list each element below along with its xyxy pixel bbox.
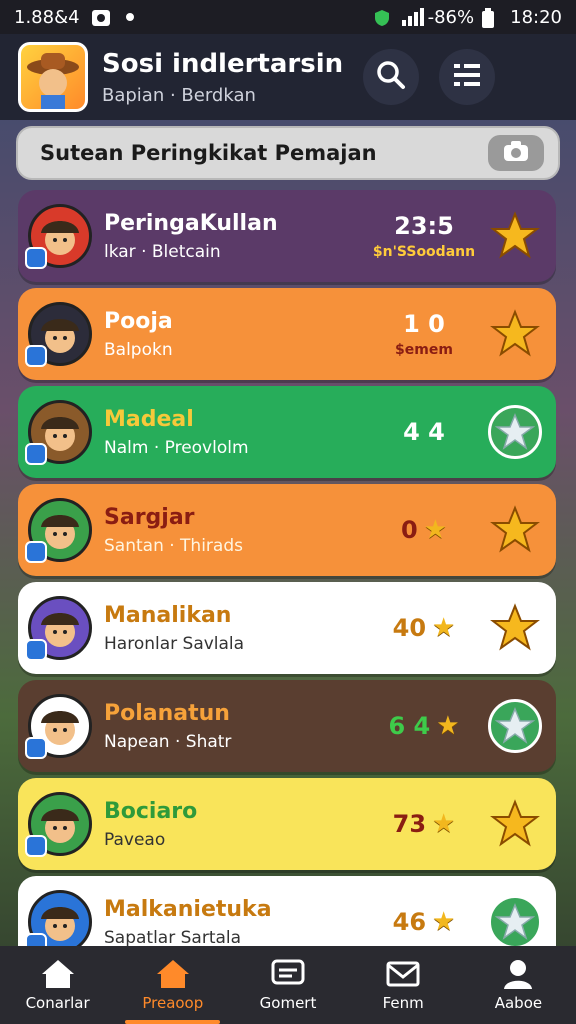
nav-label: Aaboe xyxy=(494,994,543,1012)
player-subtitle: Napean · Shatr xyxy=(104,731,232,752)
nav-item-preaoop[interactable]: Preaoop xyxy=(115,946,230,1024)
player-avatar xyxy=(25,890,92,955)
player-score: 0 ★ xyxy=(400,515,447,545)
status-time-right: 18:20 xyxy=(510,6,562,28)
star-icon: ★ xyxy=(432,907,456,937)
rank-badge-icon xyxy=(25,737,47,759)
leaderboard-row[interactable]: Madeal Nalm · Preovlolm 4 4 xyxy=(18,386,556,478)
nav-item-gomert[interactable]: Gomert xyxy=(230,946,345,1024)
player-score: 1 0 xyxy=(403,310,445,338)
chat-icon xyxy=(270,958,306,990)
notification-icon xyxy=(90,8,110,26)
player-name: Sargjar xyxy=(104,504,195,530)
player-name: PeringaKullan xyxy=(104,210,278,236)
player-name: Bociaro xyxy=(104,798,198,824)
rank-badge-icon xyxy=(25,835,47,857)
home-icon xyxy=(40,958,76,990)
star-circle-icon[interactable] xyxy=(488,405,542,459)
nav-label: Preaoop xyxy=(142,994,204,1012)
player-name: Pooja xyxy=(104,308,173,334)
bottom-navigation: Conarlar Preaoop Gomert Fenm Aaboe xyxy=(0,946,576,1024)
leaderboard-row[interactable]: Manalikan Haronlar Savlala 40 ★ xyxy=(18,582,556,674)
player-score: 23:5 xyxy=(394,212,454,240)
player-subtitle: Balpokn xyxy=(104,339,173,360)
player-avatar xyxy=(25,792,92,857)
battery-percent: -86% xyxy=(427,6,475,28)
star-icon[interactable] xyxy=(488,307,542,361)
nav-label: Gomert xyxy=(259,994,317,1012)
filter-button[interactable] xyxy=(488,135,544,171)
star-icon: ★ xyxy=(436,711,460,741)
player-avatar xyxy=(25,400,92,465)
star-icon: ★ xyxy=(432,613,456,643)
player-name: Manalikan xyxy=(104,602,232,628)
player-name: Polanatun xyxy=(104,700,230,726)
status-bar: 1.88&4 -86% 18:20 xyxy=(0,0,576,34)
player-score: 46 ★ xyxy=(392,907,456,937)
rank-badge-icon xyxy=(25,541,47,563)
star-circle-icon[interactable] xyxy=(488,699,542,753)
player-avatar xyxy=(25,302,92,367)
star-circle-icon[interactable] xyxy=(488,895,542,949)
battery-icon xyxy=(482,8,502,28)
nav-item-conarlar[interactable]: Conarlar xyxy=(0,946,115,1024)
app-logo[interactable] xyxy=(18,42,88,112)
home-icon xyxy=(155,958,191,990)
player-avatar xyxy=(25,596,92,661)
player-subtitle: Haronlar Savlala xyxy=(104,633,245,654)
star-icon[interactable] xyxy=(488,601,542,655)
status-time-left: 1.88&4 xyxy=(14,6,80,28)
rank-badge-icon xyxy=(25,443,47,465)
app-header: Sosi indlertarsin Bapian · Berdkan xyxy=(0,34,576,120)
leaderboard-search-bar[interactable]: Sutean Peringkikat Pemajan xyxy=(16,126,560,180)
player-score: 6 4 ★ xyxy=(388,711,460,741)
dot-icon xyxy=(120,8,140,26)
star-icon[interactable] xyxy=(488,797,542,851)
grid-menu-icon xyxy=(452,60,482,94)
leaderboard-row[interactable]: Pooja Balpokn 1 0 $emem xyxy=(18,288,556,380)
player-subtitle: Paveao xyxy=(104,829,166,850)
player-avatar xyxy=(25,204,92,269)
profile-icon xyxy=(500,958,536,990)
search-button[interactable] xyxy=(363,49,420,105)
camera-icon xyxy=(502,139,530,167)
leaderboard-row[interactable]: PeringaKullan lkar · Bletcain 23:5 $n'SSood… xyxy=(18,190,556,282)
player-avatar xyxy=(25,498,92,563)
player-subtitle: Santan · Thirads xyxy=(104,535,243,556)
leaderboard-row[interactable]: Sargjar Santan · Thirads 0 ★ xyxy=(18,484,556,576)
player-name: Malkanietuka xyxy=(104,896,272,922)
star-icon[interactable] xyxy=(488,503,542,557)
score-unit: $n'SSoodann xyxy=(372,244,476,260)
shield-icon xyxy=(372,8,392,26)
rank-badge-icon xyxy=(25,345,47,367)
player-subtitle: Sapatlar Sartala xyxy=(104,927,242,948)
nav-item-fenm[interactable]: Fenm xyxy=(346,946,461,1024)
rank-badge-icon xyxy=(25,639,47,661)
app-subtitle: Bapian · Berdkan xyxy=(102,84,256,106)
star-icon: ★ xyxy=(423,515,447,545)
search-icon xyxy=(376,60,406,94)
player-subtitle: lkar · Bletcain xyxy=(104,241,221,262)
rank-badge-icon xyxy=(25,247,47,269)
search-bar-label: Sutean Peringkikat Pemajan xyxy=(40,141,377,165)
player-subtitle: Nalm · Preovlolm xyxy=(104,437,249,458)
player-score: 73 ★ xyxy=(392,809,456,839)
star-icon: ★ xyxy=(432,809,456,839)
leaderboard-list: PeringaKullan lkar · Bletcain 23:5 $n'SSood… xyxy=(18,190,558,1024)
star-icon[interactable] xyxy=(488,209,542,263)
signal-icon xyxy=(400,8,424,26)
nav-item-aaboe[interactable]: Aaboe xyxy=(461,946,576,1024)
player-name: Madeal xyxy=(104,406,194,432)
menu-button[interactable] xyxy=(439,49,496,105)
player-score: 4 4 xyxy=(403,418,445,446)
score-unit: $emem xyxy=(395,342,453,358)
nav-label: Fenm xyxy=(382,994,424,1012)
app-title: Sosi indlertarsin xyxy=(102,48,344,79)
leaderboard-row[interactable]: Polanatun Napean · Shatr 6 4 ★ xyxy=(18,680,556,772)
leaderboard-row[interactable]: Bociaro Paveao 73 ★ xyxy=(18,778,556,870)
player-score: 40 ★ xyxy=(392,613,456,643)
nav-label: Conarlar xyxy=(25,994,90,1012)
mail-icon xyxy=(385,958,421,990)
player-avatar xyxy=(25,694,92,759)
